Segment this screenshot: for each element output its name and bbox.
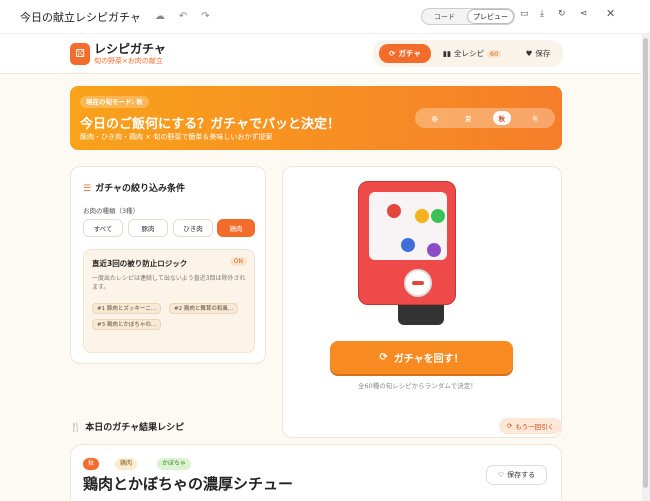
spin-note: 全60種の旬レシピからランダムで決定！ bbox=[358, 382, 477, 390]
spin-gacha-button[interactable]: ⟳ ガチャを回す！ bbox=[330, 341, 513, 374]
save-recipe-button[interactable]: ♡ 保存する bbox=[486, 465, 547, 485]
filter-panel: ☰ ガチャの絞り込み条件 お肉の種類（3種） すべて 豚肉 ひき肉 鶏肉 直近3回… bbox=[70, 166, 266, 364]
season-summer[interactable]: 夏 bbox=[459, 111, 478, 125]
draw-again-label: もう一回引く bbox=[515, 423, 555, 431]
refresh-icon: ⟳ bbox=[506, 422, 513, 430]
cloud-icon[interactable]: ☁ bbox=[155, 11, 165, 22]
recipe-name: 鶏肉とかぼちゃの濃厚シチュー bbox=[83, 475, 294, 493]
meat-type-label: お肉の種類（3種） bbox=[83, 207, 140, 215]
app-header: ⚄ レシピガチャ 旬の野菜×お肉の献立 ⟳ ガチャ ▮▮ 全レシピ 60 ♥ 保… bbox=[0, 34, 642, 74]
nav-all-recipes-button[interactable]: ▮▮ 全レシピ 60 bbox=[437, 44, 507, 63]
chip-all[interactable]: すべて bbox=[83, 219, 123, 237]
season-tag: 秋 bbox=[83, 458, 100, 470]
download-icon[interactable]: ⤓ bbox=[540, 9, 544, 19]
gacha-knob[interactable] bbox=[404, 269, 432, 297]
close-icon[interactable]: ✕ bbox=[606, 7, 615, 20]
gacha-chute bbox=[398, 305, 444, 325]
recipe-count-badge: 60 bbox=[486, 49, 502, 58]
spin-label: ガチャを回す！ bbox=[393, 354, 464, 365]
sliders-icon: ☰ bbox=[83, 184, 92, 194]
nav-gacha-label: ガチャ bbox=[398, 49, 421, 58]
title-bar: 今日の献立レシピガチャ ☁ ↶ ↷ bbox=[0, 0, 650, 34]
meat-tag: 鶏肉 bbox=[115, 458, 138, 470]
season-autumn[interactable]: 秋 bbox=[492, 111, 511, 125]
season-banner: 現在の旬モード: 秋 今日のご飯何にする？ガチャでパッと決定！ 豚肉・ひき肉・鶏… bbox=[70, 86, 562, 150]
chip-pork[interactable]: 豚肉 bbox=[128, 219, 168, 237]
logic-description: 一度出たレシピは連続して出ないよう直近3回は除外されます。 bbox=[92, 275, 246, 291]
nav-saved-button[interactable]: ♥ 保存 bbox=[516, 44, 560, 63]
utensils-icon: 🍴 bbox=[70, 423, 82, 433]
view-toggle[interactable]: コード プレビュー bbox=[421, 8, 515, 25]
banner-subtitle: 豚肉・ひき肉・鶏肉 × 旬の野菜で簡単＆美味しいおかず提案 bbox=[80, 133, 273, 141]
heart-icon: ♡ bbox=[497, 471, 505, 479]
display-icon[interactable]: ▭ bbox=[520, 9, 529, 19]
preview-tab[interactable]: プレビュー bbox=[467, 9, 514, 24]
filter-title-text: ガチャの絞り込み条件 bbox=[95, 184, 185, 194]
logic-title: 直近3回の被り防止ロジック bbox=[92, 259, 188, 268]
scrollbar[interactable] bbox=[642, 34, 650, 501]
gacha-window bbox=[369, 192, 447, 260]
refresh-icon[interactable]: ↻ bbox=[558, 9, 566, 19]
vegetable-tag: かぼちゃ bbox=[157, 458, 192, 470]
season-winter[interactable]: 冬 bbox=[526, 111, 545, 125]
recipe-result-card: 秋 鶏肉 かぼちゃ 鶏肉とかぼちゃの濃厚シチュー ♡ 保存する bbox=[70, 444, 562, 501]
redo-icon[interactable]: ↷ bbox=[201, 11, 209, 22]
brand-tagline: 旬の野菜×お肉の献立 bbox=[94, 57, 163, 65]
save-label: 保存する bbox=[507, 471, 536, 479]
banner-headline: 今日のご飯何にする？ガチャでパッと決定！ bbox=[80, 117, 341, 132]
book-icon: ▮▮ bbox=[442, 49, 451, 58]
filter-title: ☰ ガチャの絞り込み条件 bbox=[83, 181, 185, 194]
nav-all-label: 全レシピ bbox=[453, 49, 484, 58]
draw-again-button[interactable]: ⟳ もう一回引く bbox=[499, 418, 562, 434]
heart-icon: ♥ bbox=[525, 49, 533, 58]
scrollbar-thumb[interactable] bbox=[643, 38, 648, 488]
refresh-icon: ⟳ bbox=[389, 49, 396, 58]
refresh-icon: ⟳ bbox=[379, 352, 388, 363]
chip-ground-meat[interactable]: ひき肉 bbox=[173, 219, 213, 237]
capsule-ball bbox=[401, 238, 415, 252]
capsule-ball bbox=[431, 209, 445, 223]
nav-gacha-button[interactable]: ⟳ ガチャ bbox=[379, 44, 431, 63]
results-title-text: 本日のガチャ結果レシピ bbox=[85, 423, 185, 433]
season-spring[interactable]: 春 bbox=[426, 111, 445, 125]
repeat-prevention-box: 直近3回の被り防止ロジック ON 一度出たレシピは連続して出ないよう直近3回は除… bbox=[83, 249, 255, 353]
history-tag-2: #2 鶏肉と舞茸の和風... bbox=[169, 303, 239, 314]
nav-saved-label: 保存 bbox=[535, 49, 551, 58]
window-title: 今日の献立レシピガチャ bbox=[20, 10, 141, 24]
history-tag-1: #1 豚肉とズッキーニ... bbox=[92, 303, 162, 314]
season-mode-badge: 現在の旬モード: 秋 bbox=[80, 96, 149, 108]
results-title: 🍴 本日のガチャ結果レシピ bbox=[70, 420, 184, 433]
season-selector[interactable]: 春 夏 秋 冬 bbox=[415, 108, 555, 128]
capsule-ball bbox=[387, 204, 401, 218]
logic-on-badge[interactable]: ON bbox=[229, 257, 247, 266]
share-icon[interactable]: ⋖ bbox=[580, 9, 588, 19]
capsule-ball bbox=[427, 243, 441, 257]
brand-name: レシピガチャ bbox=[94, 42, 166, 56]
code-tab[interactable]: コード bbox=[422, 9, 467, 24]
capsule-ball bbox=[415, 209, 429, 223]
dice-logo-icon: ⚄ bbox=[70, 43, 90, 65]
undo-icon[interactable]: ↶ bbox=[179, 11, 187, 22]
chip-chicken[interactable]: 鶏肉 bbox=[217, 219, 255, 237]
history-tag-3: #3 鶏肉とかぼちゃの... bbox=[92, 319, 162, 330]
